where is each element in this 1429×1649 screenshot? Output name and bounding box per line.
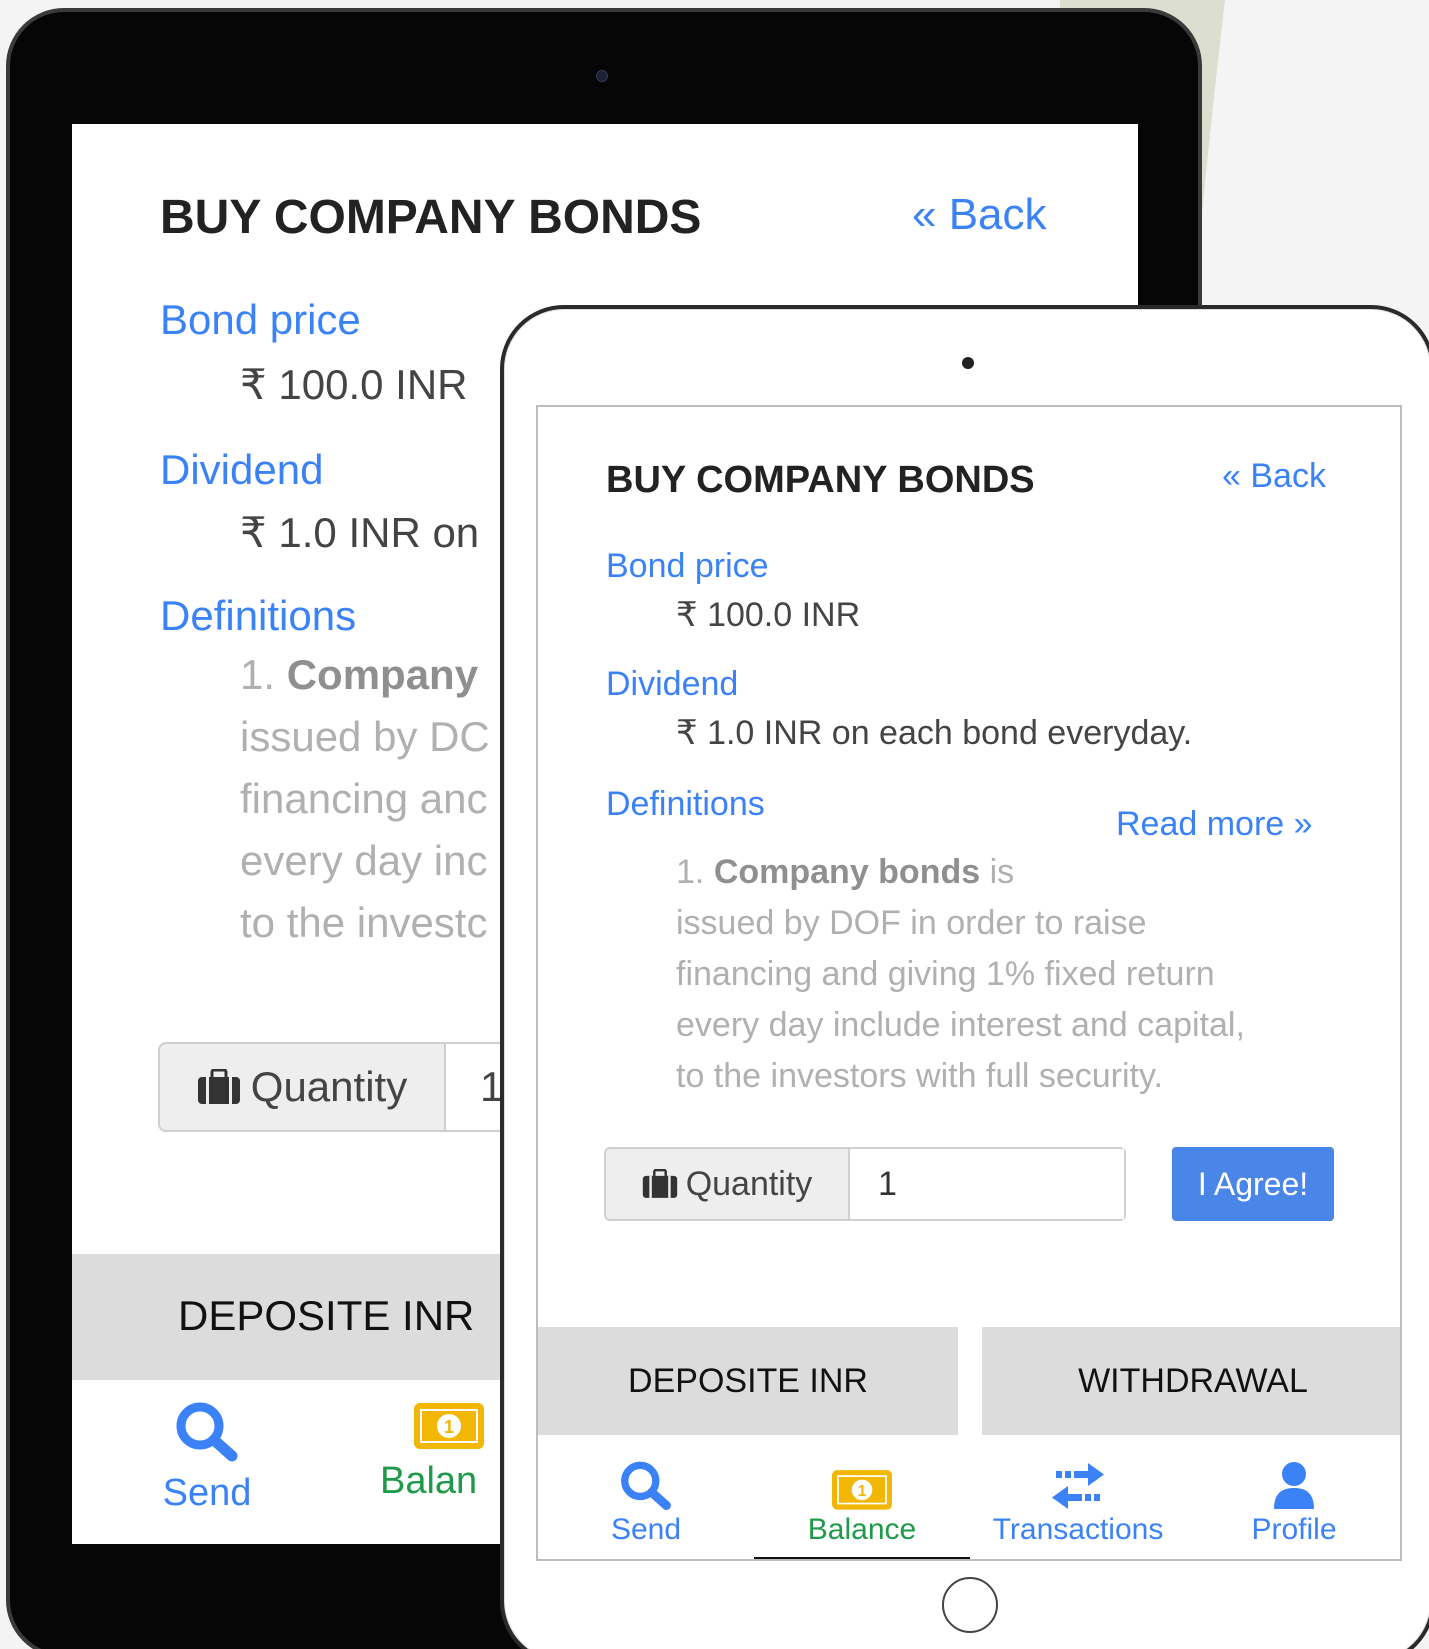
- money-icon: 1: [832, 1470, 892, 1510]
- definition-number: 1.: [240, 651, 276, 698]
- nav-balance[interactable]: 1 Balance: [754, 1455, 970, 1547]
- definition-is: is: [989, 853, 1015, 891]
- back-link[interactable]: « Back: [912, 190, 1047, 240]
- nav-send-label: Send: [610, 1513, 682, 1546]
- quantity-label: Quantity: [685, 1164, 813, 1203]
- definition-line: issued by DOF in order to raise: [676, 904, 1147, 942]
- definition-term: Company: [286, 651, 479, 698]
- nav-send[interactable]: Send: [538, 1455, 754, 1547]
- svg-text:1: 1: [858, 1483, 867, 1500]
- page-title: BUY COMPANY BONDS: [606, 459, 1035, 501]
- page-title: BUY COMPANY BONDS: [160, 191, 702, 244]
- deposit-label: DEPOSITE INR: [628, 1361, 868, 1400]
- bond-price-label: Bond price: [160, 296, 361, 343]
- quantity-input-group: Quantity 1: [604, 1147, 1126, 1221]
- bond-price-value: ₹ 100.0 INR: [676, 596, 861, 634]
- definition-line: to the investc: [240, 899, 488, 946]
- agree-button[interactable]: I Agree!: [1172, 1147, 1334, 1221]
- definitions-label: Definitions: [606, 785, 765, 823]
- bond-price-label: Bond price: [606, 547, 769, 585]
- svg-text:1: 1: [444, 1417, 454, 1437]
- nav-transactions-label: Transactions: [992, 1513, 1164, 1546]
- nav-profile-label: Profile: [1251, 1513, 1337, 1546]
- exchange-arrows-icon: [1052, 1463, 1104, 1509]
- definition-line: financing anc: [240, 775, 488, 822]
- nav-send[interactable]: Send: [152, 1400, 262, 1515]
- nav-transactions[interactable]: Transactions: [970, 1455, 1186, 1547]
- read-more-link[interactable]: Read more »: [1116, 805, 1313, 844]
- definitions-label: Definitions: [160, 592, 357, 639]
- definitions-text: 1. Company bonds is issued by DOF in ord…: [676, 847, 1316, 1102]
- user-icon: [1274, 1462, 1314, 1509]
- definition-line: to the investors with full security.: [676, 1057, 1163, 1095]
- withdrawal-label: WITHDRAWAL: [1078, 1361, 1308, 1400]
- briefcase-icon: [197, 1069, 240, 1104]
- definition-line: issued by DC: [240, 713, 490, 760]
- definition-line: every day include interest and capital,: [676, 1006, 1245, 1044]
- definition-number: 1.: [676, 853, 705, 891]
- active-tab-indicator: [754, 1557, 970, 1559]
- quantity-label: Quantity: [250, 1063, 408, 1110]
- bond-price-value: ₹ 100.0 INR: [240, 361, 468, 408]
- definitions-text: 1. Company issued by DC financing anc ev…: [240, 644, 490, 954]
- money-icon: 1: [414, 1403, 484, 1449]
- home-button[interactable]: [942, 1577, 998, 1633]
- front-tablet-screen: BUY COMPANY BONDS « Back Bond price ₹ 10…: [536, 405, 1402, 1561]
- briefcase-icon: [642, 1169, 677, 1198]
- read-more-label: Read more »: [1116, 805, 1313, 843]
- quantity-input[interactable]: 1: [850, 1149, 1124, 1219]
- quantity-addon: Quantity: [606, 1149, 850, 1219]
- definition-line: financing and giving 1% fixed return: [676, 955, 1215, 993]
- withdrawal-button[interactable]: WITHDRAWAL: [982, 1327, 1400, 1435]
- back-link[interactable]: « Back: [1222, 457, 1326, 496]
- definition-line: every day inc: [240, 837, 488, 884]
- nav-balance-label: Balance: [807, 1513, 917, 1546]
- definition-term: Company bonds: [713, 853, 981, 891]
- quantity-addon: Quantity: [160, 1044, 446, 1130]
- camera-dot: [962, 357, 974, 369]
- nav-profile[interactable]: Profile: [1186, 1455, 1400, 1547]
- dividend-label: Dividend: [160, 446, 324, 493]
- tablet-front-device: BUY COMPANY BONDS « Back Bond price ₹ 10…: [500, 305, 1429, 1649]
- search-icon: [176, 1402, 238, 1462]
- dividend-label: Dividend: [606, 665, 739, 703]
- deposit-label: DEPOSITE INR: [178, 1292, 475, 1339]
- camera-dot: [596, 70, 608, 82]
- search-icon: [621, 1461, 671, 1510]
- nav-send-label: Send: [162, 1472, 252, 1514]
- dividend-value: ₹ 1.0 INR on each bond everyday.: [676, 714, 1193, 752]
- bottom-nav: Send 1 Balance Transactions Profile: [538, 1435, 1400, 1559]
- dividend-value: ₹ 1.0 INR on: [240, 509, 480, 556]
- deposit-button[interactable]: DEPOSITE INR: [538, 1327, 958, 1435]
